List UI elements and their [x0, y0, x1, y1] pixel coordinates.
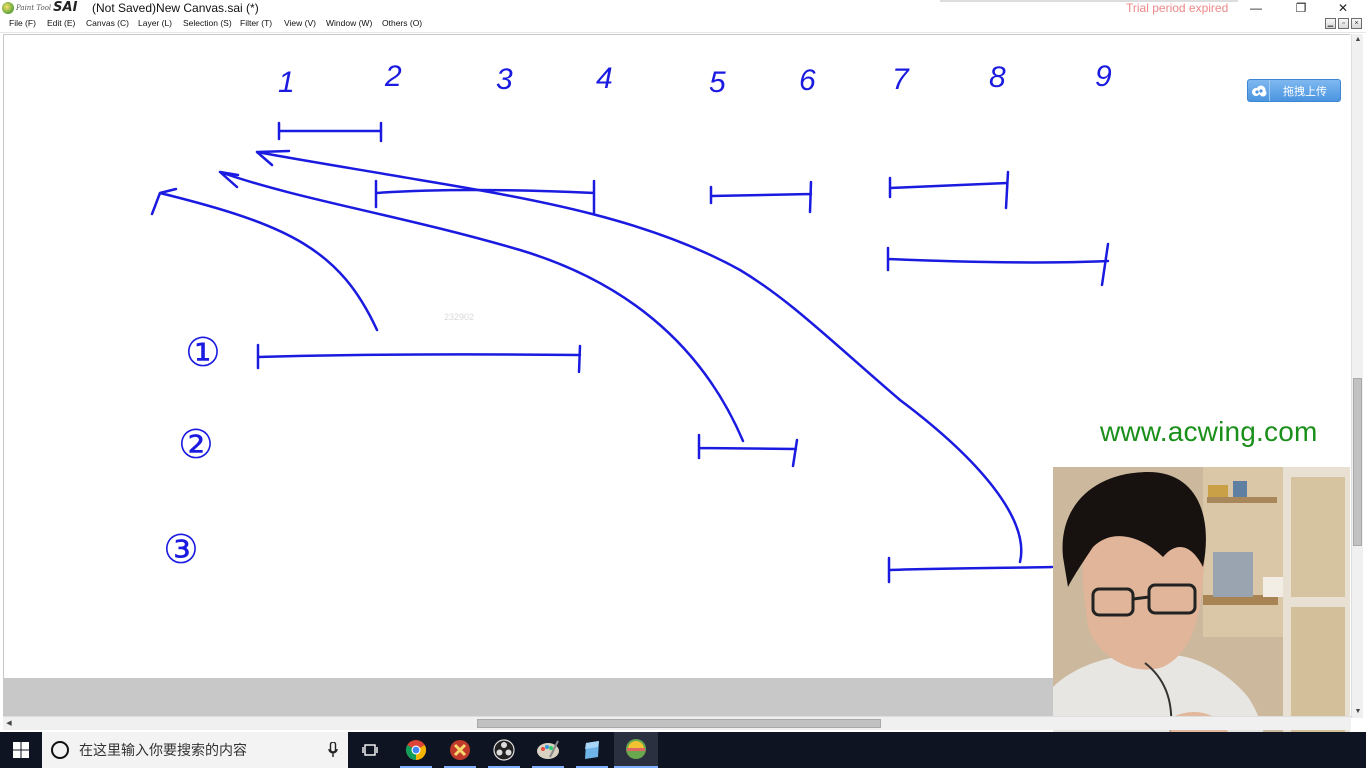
- interval-segment: [256, 343, 582, 374]
- paint-tool-sai-icon: [626, 739, 646, 759]
- column-number: 2: [384, 60, 402, 93]
- arrow-curve: [218, 170, 745, 443]
- scroll-left-icon[interactable]: ◀: [3, 717, 15, 730]
- taskbar-app-paint[interactable]: [526, 732, 570, 768]
- horizontal-scrollbar[interactable]: ◀: [3, 716, 1351, 730]
- app-blue-icon: [585, 741, 599, 759]
- column-number: 1: [278, 66, 295, 99]
- start-button[interactable]: [0, 732, 42, 768]
- column-number: 6: [799, 64, 816, 97]
- interval-segment: [888, 170, 1010, 210]
- column-number: 3: [496, 63, 513, 96]
- search-placeholder: 在这里输入你要搜索的内容: [79, 743, 247, 759]
- interval-segment: [374, 179, 596, 216]
- arrow-curve: [150, 187, 379, 332]
- column-number: 9: [1095, 60, 1112, 93]
- taskbar-app-chrome[interactable]: [394, 732, 438, 768]
- interval-segment: [709, 180, 813, 214]
- taskbar-app-sai[interactable]: [614, 732, 658, 768]
- column-number: 8: [989, 61, 1006, 94]
- windows-icon: [13, 742, 29, 758]
- task-view-button[interactable]: [348, 732, 392, 768]
- taskbar-app-blue[interactable]: [570, 732, 614, 768]
- vertical-scroll-thumb[interactable]: [1353, 378, 1362, 546]
- task-view-icon: [362, 744, 378, 756]
- taskbar-app-red[interactable]: [438, 732, 482, 768]
- interval-segment: [886, 242, 1110, 287]
- site-watermark: www.acwing.com: [1100, 416, 1318, 447]
- row-marker: ①: [185, 330, 221, 376]
- sai-window: Paint Tool SAI (Not Saved)New Canvas.sai…: [0, 0, 1366, 768]
- vertical-scrollbar[interactable]: ▲ ▼: [1351, 34, 1363, 718]
- column-number: 7: [892, 63, 910, 96]
- paint-palette-icon: [537, 740, 559, 759]
- interval-segment: [697, 433, 799, 468]
- column-number: 4: [596, 62, 613, 95]
- interval-segment: [887, 556, 1054, 584]
- cloud-upload-icon: [1248, 80, 1270, 101]
- row-marker: ③: [163, 527, 199, 573]
- scroll-up-icon[interactable]: ▲: [1352, 34, 1364, 46]
- scroll-down-icon[interactable]: ▼: [1352, 706, 1364, 718]
- taskbar-app-obs[interactable]: [482, 732, 526, 768]
- upload-button[interactable]: 拖拽上传: [1247, 79, 1341, 102]
- microphone-icon: [328, 742, 338, 757]
- upload-label: 拖拽上传: [1283, 85, 1327, 98]
- obs-icon: [493, 739, 515, 761]
- chrome-icon: [405, 740, 427, 761]
- interval-segment: [277, 121, 383, 143]
- app-red-icon: [450, 740, 470, 760]
- column-number: 5: [709, 66, 726, 99]
- taskbar: 在这里输入你要搜索的内容: [0, 732, 1366, 768]
- taskbar-search[interactable]: 在这里输入你要搜索的内容: [42, 732, 348, 768]
- horizontal-scroll-thumb[interactable]: [477, 719, 881, 728]
- row-marker: ②: [178, 422, 214, 468]
- cortana-icon: [51, 741, 69, 759]
